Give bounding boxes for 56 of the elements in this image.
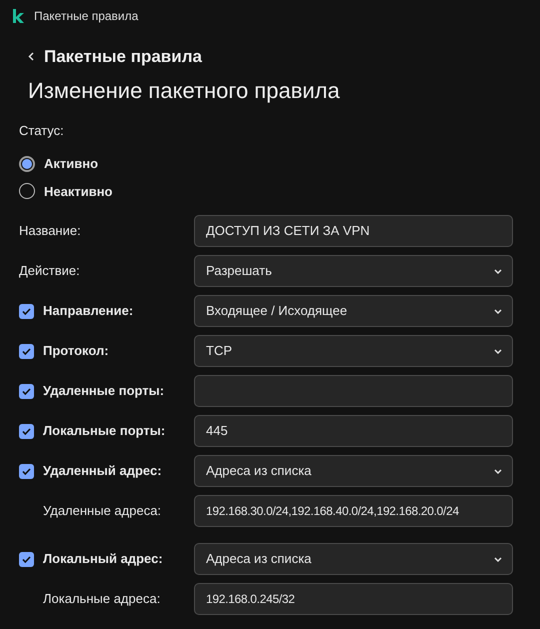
input-field[interactable]: 445: [194, 415, 513, 447]
check-icon: [22, 388, 31, 394]
check-icon: [22, 556, 31, 562]
field-value: 445: [206, 422, 228, 440]
radio-label: Активно: [44, 155, 98, 173]
field-value: Адреса из списка: [206, 550, 312, 568]
check-icon: [22, 468, 31, 474]
field-label: Удаленные порты:: [43, 382, 164, 400]
radio-label: Неактивно: [44, 182, 112, 200]
chevron-down-icon: [494, 268, 502, 274]
chevron-down-icon: [494, 468, 502, 474]
field-label: Статус:: [19, 122, 65, 140]
input-field[interactable]: 192.168.0.245/32: [194, 583, 513, 615]
chevron-down-icon: [494, 348, 502, 354]
field-value: Адреса из списка: [206, 462, 312, 480]
chevron-left-icon: [28, 52, 34, 62]
checkbox[interactable]: [19, 464, 34, 478]
field-label: Протокол:: [43, 342, 109, 360]
input-field[interactable]: ДОСТУП ИЗ СЕТИ ЗА VPN: [194, 215, 513, 247]
field-value: TCP: [206, 342, 232, 360]
radio-button[interactable]: [19, 156, 35, 172]
field-label: Локальные адреса:: [43, 590, 160, 608]
chevron-down-icon: [494, 556, 502, 562]
field-value: 192.168.30.0/24,192.168.40.0/24,192.168.20.0/24: [206, 503, 459, 520]
check-icon: [22, 348, 31, 354]
field-label: Направление:: [43, 302, 134, 320]
dropdown[interactable]: Разрешать: [194, 255, 513, 287]
logo-icon: [12, 9, 24, 23]
field-value: ДОСТУП ИЗ СЕТИ ЗА VPN: [206, 222, 370, 240]
check-icon: [22, 428, 31, 434]
radio-button[interactable]: [19, 183, 35, 200]
checkbox[interactable]: [19, 344, 34, 358]
checkbox[interactable]: [19, 552, 34, 566]
field-label: Удаленный адрес:: [43, 462, 162, 480]
field-label: Удаленные адреса:: [43, 502, 162, 520]
field-label: Локальный адрес:: [43, 550, 163, 568]
input-field[interactable]: [194, 375, 513, 407]
field-label: Название:: [19, 222, 81, 240]
field-label: Действие:: [19, 262, 80, 280]
chevron-down-icon: [494, 308, 502, 314]
input-field[interactable]: 192.168.30.0/24,192.168.40.0/24,192.168.20.0/24: [194, 495, 513, 527]
back-link[interactable]: Пакетные правила: [28, 44, 202, 70]
field-value: 192.168.0.245/32: [206, 591, 295, 608]
dropdown[interactable]: Адреса из списка: [194, 543, 513, 575]
check-icon: [22, 308, 31, 314]
checkbox[interactable]: [19, 384, 34, 398]
field-value: Входящее / Исходящее: [206, 302, 348, 320]
window-title: Пакетные правила: [34, 8, 138, 25]
field-label: Локальные порты:: [43, 422, 166, 440]
dropdown[interactable]: TCP: [194, 335, 513, 367]
dropdown[interactable]: Входящее / Исходящее: [194, 295, 513, 327]
checkbox[interactable]: [19, 424, 34, 438]
page-title: Изменение пакетного правила: [28, 76, 341, 105]
checkbox[interactable]: [19, 304, 34, 318]
dropdown[interactable]: Адреса из списка: [194, 455, 513, 487]
field-value: Разрешать: [206, 262, 272, 280]
